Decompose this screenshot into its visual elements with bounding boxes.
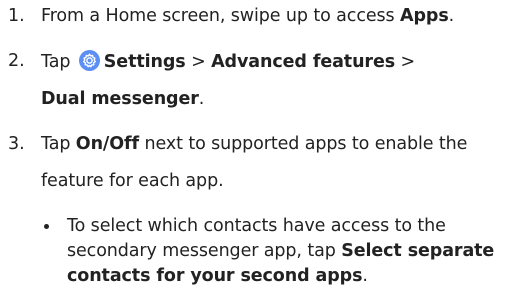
bullet-line-1: To select which contacts have access to … — [67, 216, 446, 236]
step-3-line-2: feature for each app. — [41, 171, 224, 191]
on-off-label: On/Off — [75, 134, 140, 154]
step-3-text-pre: Tap — [41, 134, 76, 154]
bullet-icon — [44, 224, 49, 229]
step-2-text-pre: Tap — [41, 52, 76, 72]
step-2-separator-1: > — [185, 52, 212, 72]
step-3-line-1: Tap On/Off next to supported apps to ena… — [41, 133, 467, 155]
step-3-number: 3. — [8, 134, 25, 154]
step-2-number: 2. — [8, 51, 25, 71]
select-separate-label: Select separate — [341, 241, 495, 261]
step-1-text-pre: From a Home screen, swipe up to access — [41, 6, 401, 26]
step-3-text-post: next to supported apps to enable the — [139, 134, 468, 154]
step-1-text-post: . — [448, 6, 455, 26]
step-2-line-1: Tap Settings > Advanced features > — [41, 50, 415, 73]
contacts-second-apps-label: contacts for your second apps — [67, 266, 363, 286]
bullet-line-3-post: . — [362, 266, 368, 286]
settings-label: Settings — [103, 52, 186, 72]
bullet-line-2: secondary messenger app, tap Select sepa… — [67, 240, 494, 262]
advanced-features-label: Advanced features — [211, 52, 396, 72]
bullet-line-2-pre: secondary messenger app, tap — [67, 241, 342, 261]
settings-gear-icon — [78, 50, 100, 71]
bullet-line-3: contacts for your second apps. — [67, 265, 368, 287]
step-1-text: From a Home screen, swipe up to access A… — [41, 5, 454, 27]
instructions-document: 1. From a Home screen, swipe up to acces… — [0, 0, 527, 292]
step-2-separator-2: > — [395, 52, 416, 72]
step-2-line-2-post: . — [198, 89, 205, 109]
step-2-line-2: Dual messenger. — [41, 88, 204, 110]
step-1-number: 1. — [8, 6, 25, 26]
step-1-apps-label: Apps — [400, 6, 449, 26]
dual-messenger-label: Dual messenger — [41, 89, 199, 109]
